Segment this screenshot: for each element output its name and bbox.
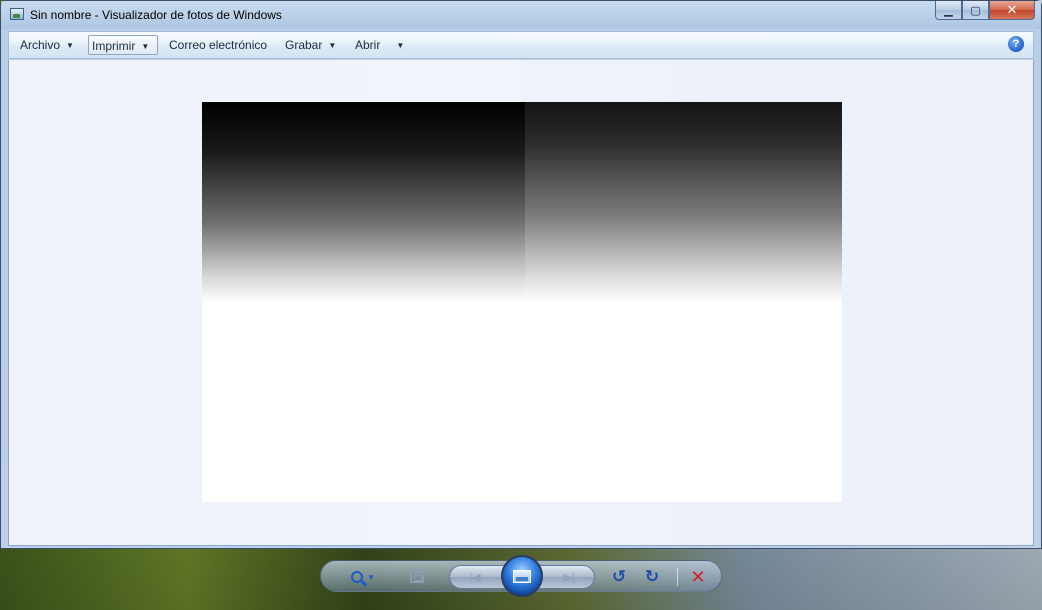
navigation-control-bar: ▼ |◀ ▶| ↺ ↻ ✕ [320, 555, 722, 597]
chevron-down-icon: ▼ [141, 42, 150, 51]
minimize-button[interactable]: ▁ [935, 1, 962, 20]
menu-abrir[interactable]: Abrir ▼ [352, 35, 407, 55]
menu-imprimir[interactable]: Imprimir ▼ [88, 35, 158, 55]
previous-button[interactable]: |◀ [465, 567, 485, 587]
close-icon: ✕ [1006, 2, 1018, 17]
maximize-icon: ▢ [970, 4, 981, 17]
window-controls: ▁ ▢ ✕ [935, 1, 1035, 21]
previous-icon: |◀ [469, 571, 481, 584]
menu-correo-electronico-label: Correo electrónico [169, 38, 268, 52]
image-gradient-right [525, 102, 842, 302]
close-button[interactable]: ✕ [989, 1, 1035, 20]
next-icon: ▶| [563, 571, 575, 584]
menu-grabar[interactable]: Grabar ▼ [282, 35, 339, 55]
command-bar: Archivo ▼ Imprimir ▼ Correo electrónico Gr… [8, 31, 1034, 59]
image-viewing-area [8, 60, 1034, 546]
delete-button[interactable]: ✕ [688, 567, 708, 587]
menu-archivo-label: Archivo [20, 38, 61, 52]
image-gradient-left [202, 102, 525, 302]
magnifier-icon [351, 571, 364, 583]
chevron-down-icon: ▼ [367, 572, 375, 582]
displayed-image[interactable] [202, 102, 842, 502]
zoom-button[interactable]: ▼ [346, 567, 380, 587]
rotate-left-button[interactable]: ↺ [609, 567, 629, 587]
menu-imprimir-label: Imprimir [92, 39, 136, 53]
menu-abrir-label: Abrir [355, 38, 381, 52]
next-button[interactable]: ▶| [559, 567, 579, 587]
chevron-down-icon: ▼ [328, 41, 337, 50]
minimize-icon: ▁ [944, 4, 953, 17]
delete-icon: ✕ [690, 566, 706, 587]
photo-viewer-app-icon[interactable] [10, 8, 24, 20]
window-title: Sin nombre - Visualizador de fotos de Wi… [30, 8, 282, 22]
rotate-left-icon: ↺ [611, 567, 627, 586]
help-icon[interactable]: ? [1008, 36, 1024, 52]
slideshow-icon [513, 569, 531, 583]
chevron-down-icon: ▼ [396, 41, 405, 50]
actual-size-button[interactable] [407, 567, 427, 587]
slideshow-button[interactable] [501, 555, 543, 597]
photo-viewer-window: Sin nombre - Visualizador de fotos de Wi… [0, 0, 1042, 549]
rotate-right-button[interactable]: ↻ [642, 567, 662, 587]
toolbar-divider [677, 568, 678, 586]
menu-grabar-label: Grabar [285, 38, 323, 52]
rotate-right-icon: ↻ [644, 567, 660, 586]
maximize-button[interactable]: ▢ [962, 1, 989, 20]
fit-window-icon [410, 571, 424, 583]
menu-archivo[interactable]: Archivo ▼ [17, 35, 77, 55]
title-bar[interactable]: Sin nombre - Visualizador de fotos de Wi… [1, 1, 1041, 29]
chevron-down-icon: ▼ [66, 41, 74, 50]
menu-correo-electronico[interactable]: Correo electrónico [166, 35, 270, 55]
